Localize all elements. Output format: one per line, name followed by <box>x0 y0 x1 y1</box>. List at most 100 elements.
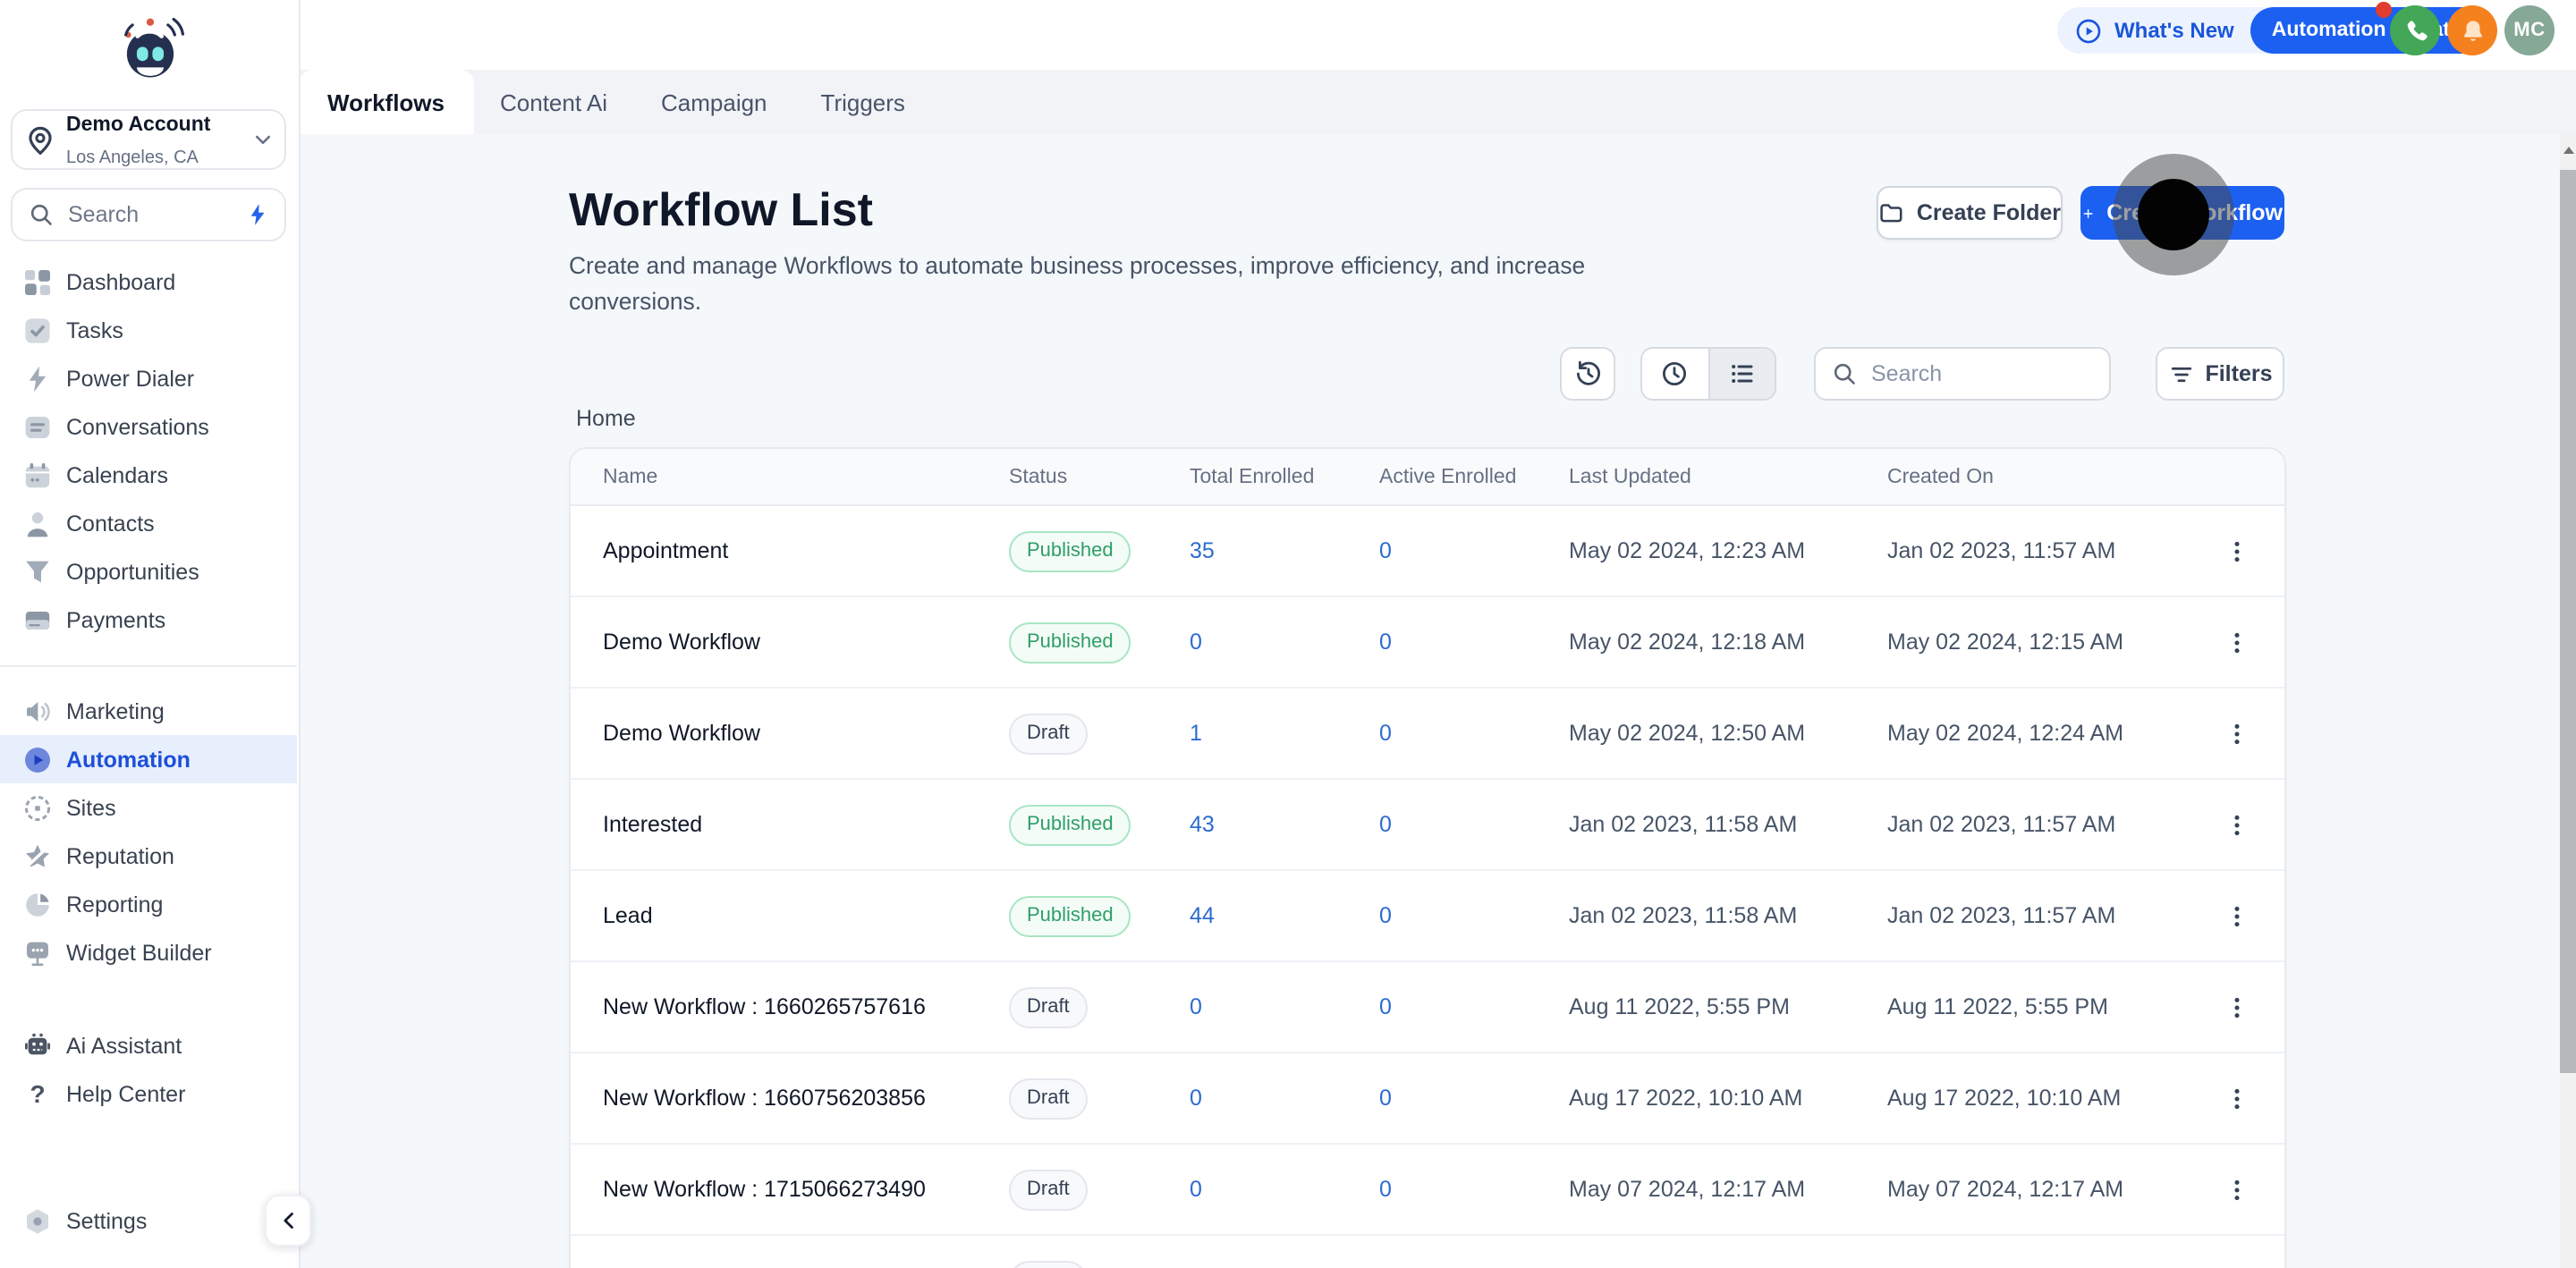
total-enrolled-link[interactable]: 0 <box>1190 630 1202 655</box>
total-enrolled-link[interactable]: 0 <box>1190 1177 1202 1202</box>
table-row: New Workflow : 1660756203856 Draft 0 0 Aug 1… <box>571 1052 2284 1143</box>
sidebar-item-sites[interactable]: Sites <box>0 783 297 832</box>
table-row: New Workflow : 1715194519317Draft00May 0… <box>571 1234 2284 1268</box>
account-switcher[interactable]: Demo Account Los Angeles, CA <box>11 109 286 170</box>
tab-triggers[interactable]: Triggers <box>794 70 932 134</box>
total-enrolled-link[interactable]: 35 <box>1190 538 1215 563</box>
workflow-name-link[interactable]: Appointment <box>603 538 728 563</box>
sidebar-item-automation[interactable]: Automation <box>0 735 297 783</box>
total-enrolled-link[interactable]: 0 <box>1190 1086 1202 1111</box>
sidebar-item-conversations[interactable]: Conversations <box>0 402 297 451</box>
actions-cell <box>2188 1168 2284 1211</box>
sidebar-item-reputation[interactable]: Reputation <box>0 832 297 880</box>
active-enrolled-link[interactable]: 0 <box>1379 1177 1392 1202</box>
phone-button[interactable] <box>2390 5 2440 55</box>
sidebar-item-payments[interactable]: Payments <box>0 596 297 644</box>
sidebar-item-marketing[interactable]: Marketing <box>0 687 297 735</box>
active-enrolled-link[interactable]: 0 <box>1379 721 1392 746</box>
ai-spark-icon[interactable] <box>245 202 270 227</box>
create-folder-button[interactable]: Create Folder <box>1877 186 2063 240</box>
last-updated-value: Jan 02 2023, 11:58 AM <box>1569 812 1798 837</box>
sidebar-item-dashboard[interactable]: Dashboard <box>0 258 297 306</box>
scrollbar-thumb[interactable] <box>2560 170 2576 1073</box>
workflow-name-link[interactable]: Interested <box>603 812 702 837</box>
created-on-value: May 02 2024, 12:15 AM <box>1887 630 2124 655</box>
recent-view-button[interactable] <box>1642 349 1707 399</box>
user-avatar[interactable]: MC <box>2504 5 2555 55</box>
column-header-last-updated[interactable]: Last Updated <box>1569 466 1887 487</box>
sidebar-search[interactable] <box>11 188 286 241</box>
active-enrolled-link[interactable]: 0 <box>1379 538 1392 563</box>
scrollbar-up-arrow[interactable] <box>2560 134 2576 166</box>
sites-icon <box>23 793 52 822</box>
sidebar-item-opportunities[interactable]: Opportunities <box>0 547 297 596</box>
sidebar-item-power-dialer[interactable]: Power Dialer <box>0 354 297 402</box>
row-actions-button[interactable] <box>2215 621 2258 664</box>
breadcrumb[interactable]: Home <box>576 406 636 431</box>
table-search[interactable] <box>1814 347 2111 401</box>
notifications-button[interactable] <box>2447 5 2497 55</box>
total-enrolled-link[interactable]: 0 <box>1190 994 1202 1019</box>
kebab-icon <box>2223 1085 2250 1112</box>
sidebar-item-label: Reputation <box>66 843 174 868</box>
row-actions-button[interactable] <box>2215 1168 2258 1211</box>
sidebar-item-tasks[interactable]: Tasks <box>0 306 297 354</box>
row-actions-button[interactable] <box>2215 894 2258 937</box>
workflow-name-link[interactable]: Lead <box>603 903 653 928</box>
row-actions-button[interactable] <box>2215 529 2258 572</box>
column-header-total-enrolled[interactable]: Total Enrolled <box>1190 466 1379 487</box>
help-center-icon: ? <box>23 1079 52 1108</box>
column-header-created-on[interactable]: Created On <box>1887 466 2188 487</box>
created-on-cell: May 02 2024, 12:15 AM <box>1887 626 2188 658</box>
status-cell: Published <box>1009 530 1190 571</box>
sidebar-item-help-center[interactable]: ? Help Center <box>0 1069 297 1118</box>
workflow-name-link[interactable]: Demo Workflow <box>603 630 760 655</box>
row-actions-button[interactable] <box>2215 1259 2258 1268</box>
total-enrolled-link[interactable]: 44 <box>1190 903 1215 928</box>
last-updated-cell: May 07 2024, 12:17 AM <box>1569 1173 1887 1205</box>
row-actions-button[interactable] <box>2215 803 2258 846</box>
active-enrolled-link[interactable]: 0 <box>1379 903 1392 928</box>
sidebar-item-reporting[interactable]: Reporting <box>0 880 297 928</box>
filter-icon <box>2167 360 2194 387</box>
status-badge: Published <box>1009 530 1131 571</box>
workflow-name-link[interactable]: New Workflow : 1715066273490 <box>603 1177 926 1202</box>
workflow-name-link[interactable]: New Workflow : 1660265757616 <box>603 994 926 1019</box>
sidebar-item-ai-assistant[interactable]: Ai Assistant <box>0 1021 297 1069</box>
total-enrolled-cell: 0 <box>1190 1173 1379 1205</box>
tab-content-ai[interactable]: Content Ai <box>473 70 634 134</box>
sidebar-collapse-button[interactable] <box>265 1195 311 1247</box>
table-row: Lead Published 44 0 Jan 02 2023, 11:58 AM Jan… <box>571 869 2284 960</box>
row-actions-button[interactable] <box>2215 712 2258 755</box>
filters-button[interactable]: Filters <box>2156 347 2284 401</box>
workflow-name-link[interactable]: Demo Workflow <box>603 721 760 746</box>
total-enrolled-link[interactable]: 43 <box>1190 812 1215 837</box>
workflow-name-link[interactable]: New Workflow : 1660756203856 <box>603 1086 926 1111</box>
history-button[interactable] <box>1560 347 1615 401</box>
total-enrolled-link[interactable]: 1 <box>1190 721 1202 746</box>
sidebar-item-settings[interactable]: Settings <box>0 1196 297 1245</box>
active-enrolled-link[interactable]: 0 <box>1379 630 1392 655</box>
column-header-active-enrolled[interactable]: Active Enrolled <box>1379 466 1569 487</box>
column-header-name[interactable]: Name <box>603 466 1009 487</box>
tab-campaign[interactable]: Campaign <box>634 70 794 134</box>
account-location: Los Angeles, CA <box>66 148 199 168</box>
column-header-status[interactable]: Status <box>1009 466 1190 487</box>
sidebar-item-contacts[interactable]: Contacts <box>0 499 297 547</box>
vertical-scrollbar[interactable] <box>2560 134 2576 1268</box>
table-search-input[interactable] <box>1868 359 2093 388</box>
sidebar-search-input[interactable] <box>64 200 245 229</box>
tab-workflows[interactable]: Workflows <box>299 70 473 134</box>
sidebar-item-calendars[interactable]: Calendars <box>0 451 297 499</box>
status-badge: Draft <box>1009 1260 1088 1268</box>
active-enrolled-link[interactable]: 0 <box>1379 1086 1392 1111</box>
row-actions-button[interactable] <box>2215 1077 2258 1120</box>
total-enrolled-cell: 0 <box>1190 1264 1379 1268</box>
row-actions-button[interactable] <box>2215 985 2258 1028</box>
created-on-value: Jan 02 2023, 11:57 AM <box>1887 538 2116 563</box>
active-enrolled-link[interactable]: 0 <box>1379 994 1392 1019</box>
list-view-button[interactable] <box>1707 349 1775 399</box>
active-enrolled-link[interactable]: 0 <box>1379 812 1392 837</box>
sidebar-item-widget-builder[interactable]: Widget Builder <box>0 928 297 976</box>
plus-icon <box>2082 199 2094 226</box>
